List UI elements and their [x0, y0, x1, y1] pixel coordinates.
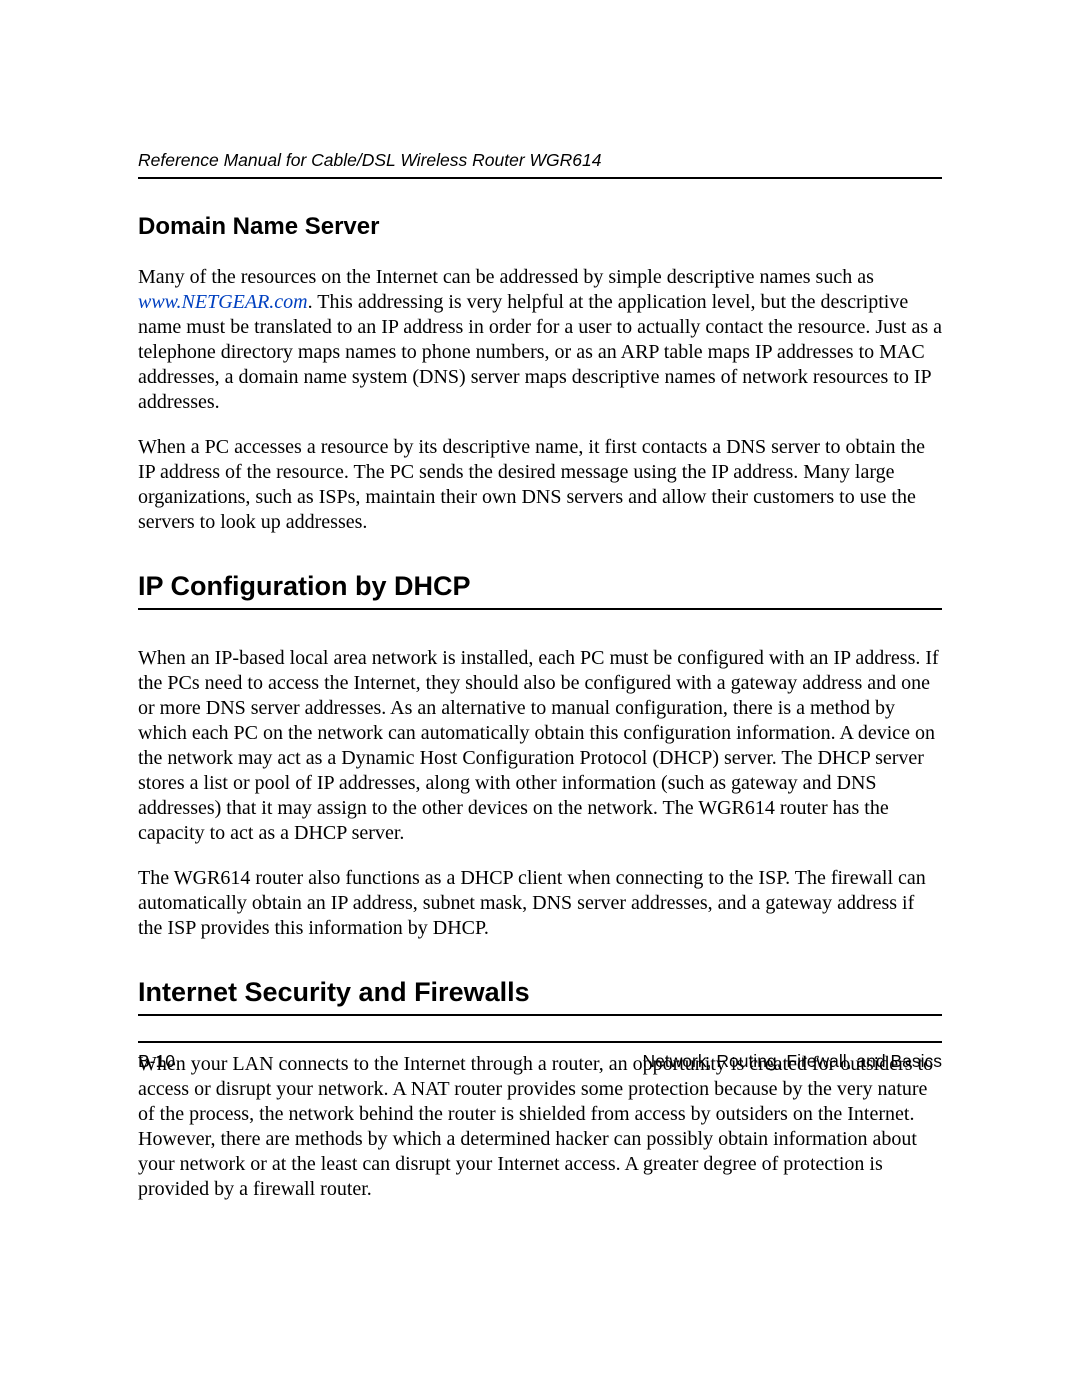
- dhcp-paragraph-2: The WGR614 router also functions as a DH…: [138, 866, 942, 941]
- page-footer: B-10 Network, Routing, Firewall, and Bas…: [138, 1041, 942, 1072]
- document-page: Reference Manual for Cable/DSL Wireless …: [0, 0, 1080, 1397]
- heading-dns: Domain Name Server: [138, 213, 942, 241]
- dns-p1-text-a: Many of the resources on the Internet ca…: [138, 266, 874, 288]
- heading-dhcp: IP Configuration by DHCP: [138, 571, 942, 608]
- heading-firewalls: Internet Security and Firewalls: [138, 977, 942, 1014]
- header-rule: [138, 177, 942, 179]
- firewall-paragraph-1: When your LAN connects to the Internet t…: [138, 1052, 942, 1202]
- dns-paragraph-1: Many of the resources on the Internet ca…: [138, 265, 942, 415]
- running-header: Reference Manual for Cable/DSL Wireless …: [138, 150, 942, 177]
- footer-rule: [138, 1041, 942, 1043]
- page-number: B-10: [138, 1051, 175, 1072]
- dhcp-paragraph-1: When an IP-based local area network is i…: [138, 646, 942, 846]
- heading-firewalls-rule: [138, 1014, 942, 1016]
- dns-paragraph-2: When a PC accesses a resource by its des…: [138, 435, 942, 535]
- heading-dhcp-rule: [138, 608, 942, 610]
- chapter-title: Network, Routing, Firewall, and Basics: [642, 1051, 942, 1072]
- netgear-link[interactable]: www.NETGEAR.com: [138, 291, 308, 313]
